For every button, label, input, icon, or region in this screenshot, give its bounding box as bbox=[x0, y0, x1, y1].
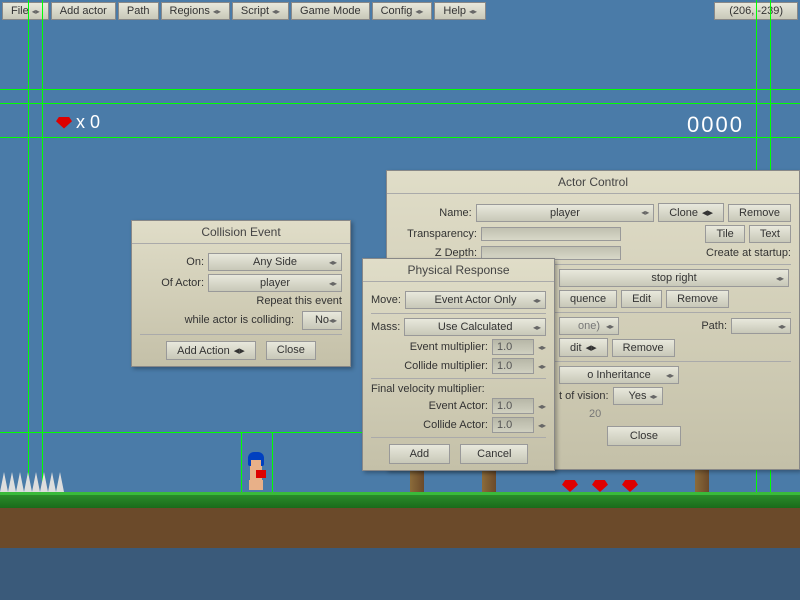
of-actor-label: Of Actor: bbox=[140, 277, 204, 289]
animation-dropdown[interactable]: stop right◂▸ bbox=[559, 269, 789, 287]
col-mult-label: Collide multiplier: bbox=[371, 360, 488, 372]
edit-button[interactable]: Edit bbox=[621, 290, 662, 308]
guide-v6 bbox=[272, 432, 273, 494]
repeat-dropdown[interactable]: No◂▸ bbox=[302, 311, 342, 330]
twenty-value: 20 bbox=[589, 408, 601, 420]
gem-3 bbox=[622, 480, 638, 492]
guide-h1 bbox=[0, 89, 800, 90]
collision-title: Collision Event bbox=[132, 221, 350, 244]
add-action-button[interactable]: Add Action◂▸ bbox=[166, 341, 256, 360]
ev-mult-field[interactable]: 1.0 bbox=[492, 339, 534, 355]
on-dropdown[interactable]: Any Side◂▸ bbox=[208, 253, 342, 271]
repeat-text-1: Repeat this event bbox=[140, 295, 342, 308]
sequence-button[interactable]: quence bbox=[559, 290, 617, 308]
hud-score: 0000 bbox=[687, 112, 744, 138]
col-mult-field[interactable]: 1.0 bbox=[492, 358, 534, 374]
vision-label: t of vision: bbox=[559, 390, 609, 402]
fev-label: Event Actor: bbox=[371, 400, 488, 412]
mass-dropdown[interactable]: Use Calculated◂▸ bbox=[404, 318, 546, 336]
mass-label: Mass: bbox=[371, 321, 400, 333]
actor-control-title: Actor Control bbox=[387, 171, 799, 194]
actor-close-button[interactable]: Close bbox=[607, 426, 681, 446]
collision-event-panel: Collision Event On: Any Side◂▸ Of Actor:… bbox=[131, 220, 351, 367]
move-label: Move: bbox=[371, 294, 401, 306]
final-label: Final velocity multiplier: bbox=[371, 383, 546, 395]
spikes bbox=[0, 472, 64, 492]
of-actor-dropdown[interactable]: player◂▸ bbox=[208, 274, 342, 292]
remove-path-button[interactable]: Remove bbox=[612, 339, 675, 357]
physical-response-panel: Physical Response Move: Event Actor Only… bbox=[362, 258, 555, 471]
menu-add-actor[interactable]: Add actor bbox=[51, 2, 116, 20]
physical-cancel-button[interactable]: Cancel bbox=[460, 444, 528, 464]
guide-h3 bbox=[0, 137, 800, 138]
menu-game-mode[interactable]: Game Mode bbox=[291, 2, 370, 20]
physical-add-button[interactable]: Add bbox=[389, 444, 451, 464]
dit-button[interactable]: dit◂▸ bbox=[559, 338, 608, 357]
physical-title: Physical Response bbox=[363, 259, 554, 282]
vision-dropdown[interactable]: Yes◂▸ bbox=[613, 387, 663, 405]
gem-2 bbox=[592, 480, 608, 492]
name-dropdown[interactable]: player◂▸ bbox=[476, 204, 655, 222]
startup-label: Create at startup: bbox=[706, 247, 791, 259]
menu-config[interactable]: Config◂▸ bbox=[372, 2, 433, 20]
transparency-label: Transparency: bbox=[395, 228, 477, 240]
menu-help[interactable]: Help◂▸ bbox=[434, 2, 486, 20]
remove-anim-button[interactable]: Remove bbox=[666, 290, 729, 308]
path-label: Path: bbox=[701, 320, 727, 332]
text-button[interactable]: Text bbox=[749, 225, 791, 243]
menu-script[interactable]: Script◂▸ bbox=[232, 2, 289, 20]
move-dropdown[interactable]: Event Actor Only◂▸ bbox=[405, 291, 546, 309]
none-dropdown[interactable]: one)◂▸ bbox=[559, 317, 619, 335]
guide-h2 bbox=[0, 103, 800, 104]
repeat-text-2: while actor is colliding: bbox=[185, 314, 294, 327]
ground-dirt bbox=[0, 508, 800, 548]
clone-button[interactable]: Clone◂▸ bbox=[658, 203, 724, 222]
player-sprite bbox=[242, 452, 270, 492]
menu-path[interactable]: Path bbox=[118, 2, 159, 20]
gem-1 bbox=[562, 480, 578, 492]
collision-close-button[interactable]: Close bbox=[266, 341, 316, 360]
menu-regions[interactable]: Regions◂▸ bbox=[161, 2, 230, 20]
fcol-label: Collide Actor: bbox=[371, 419, 488, 431]
hud-gems: x 0 bbox=[56, 112, 100, 133]
path-dropdown[interactable]: ◂▸ bbox=[731, 318, 791, 334]
tile-button[interactable]: Tile bbox=[705, 225, 744, 243]
inheritance-dropdown[interactable]: o Inheritance◂▸ bbox=[559, 366, 679, 384]
remove-button[interactable]: Remove bbox=[728, 204, 791, 222]
ground-water bbox=[0, 548, 800, 600]
transparency-slider[interactable] bbox=[481, 227, 621, 241]
ground-grass bbox=[0, 492, 800, 508]
menu-bar: File◂▸ Add actor Path Regions◂▸ Script◂▸… bbox=[0, 0, 800, 22]
gem-icon bbox=[56, 117, 72, 129]
on-label: On: bbox=[140, 256, 204, 268]
fcol-field[interactable]: 1.0 bbox=[492, 417, 534, 433]
name-label: Name: bbox=[395, 207, 472, 219]
ev-mult-label: Event multiplier: bbox=[371, 341, 488, 353]
fev-field[interactable]: 1.0 bbox=[492, 398, 534, 414]
